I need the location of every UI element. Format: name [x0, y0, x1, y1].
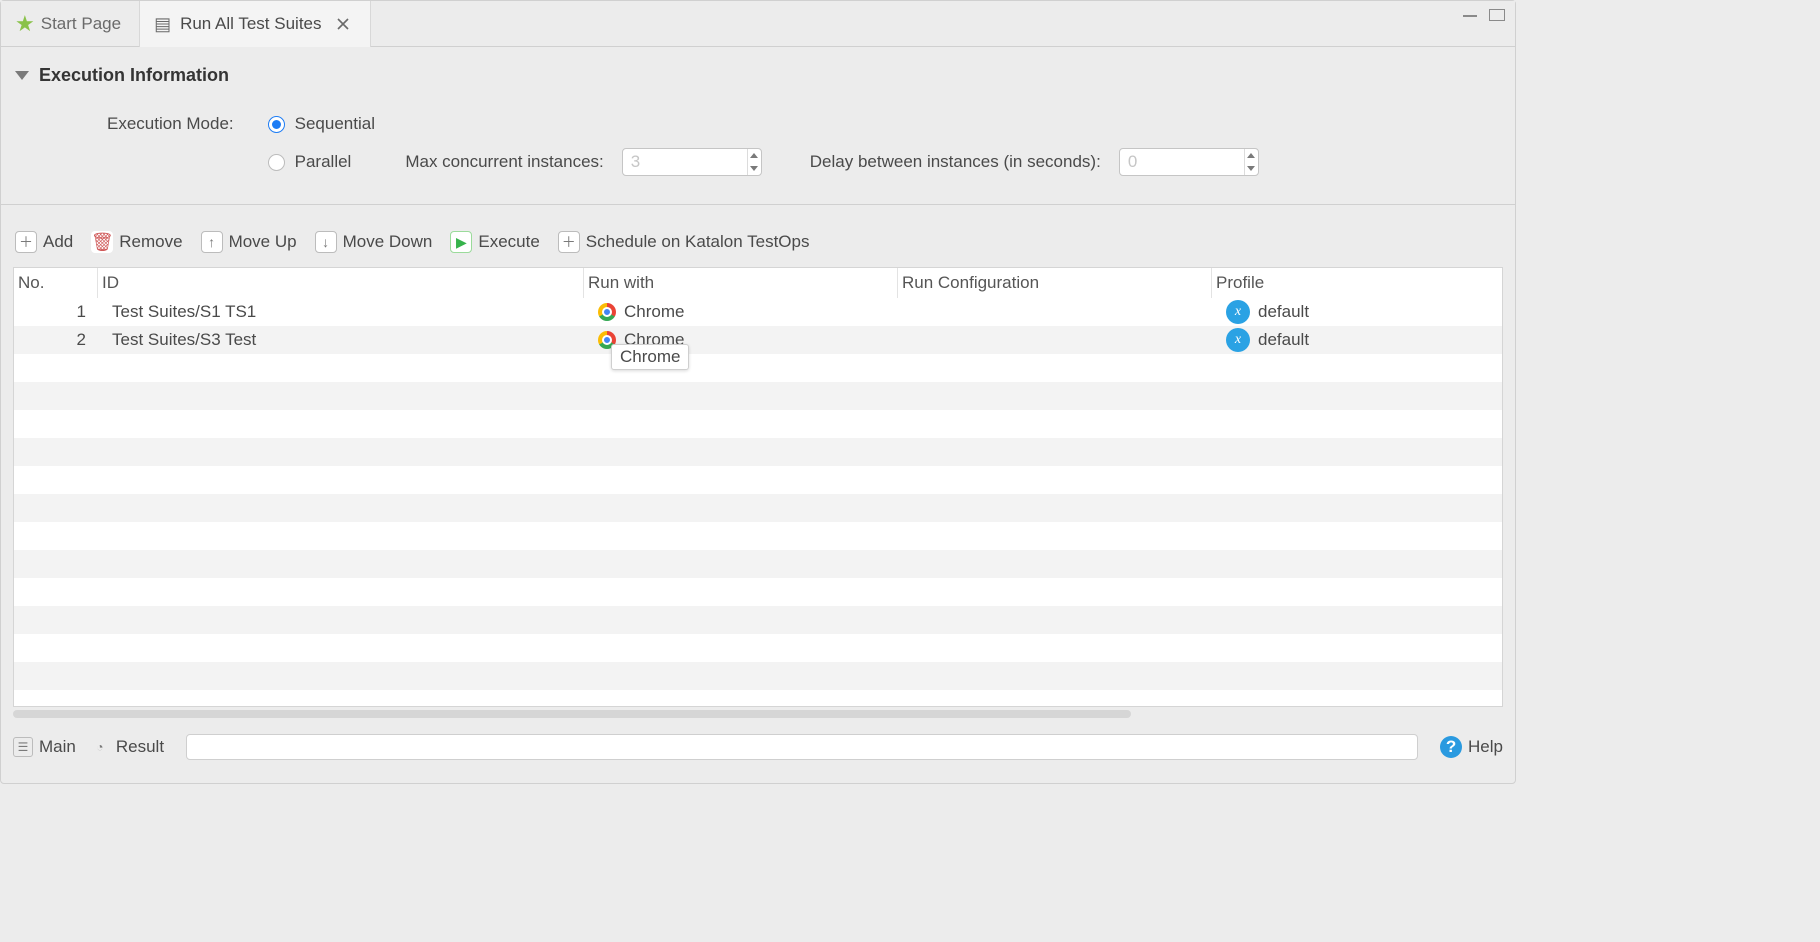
star-icon: ★	[15, 11, 35, 37]
table-row	[14, 438, 1502, 466]
table-row	[14, 522, 1502, 550]
max-concurrent-value: 3	[631, 152, 640, 172]
list-icon: ☰	[13, 737, 33, 757]
result-tab[interactable]: ◔Result	[90, 737, 164, 757]
profile-icon: x	[1226, 300, 1250, 324]
parallel-radio[interactable]	[268, 154, 285, 171]
profile-icon: x	[1226, 328, 1250, 352]
table-row	[14, 550, 1502, 578]
delay-value: 0	[1128, 152, 1137, 172]
table-row	[14, 606, 1502, 634]
tab-bar: ★ Start Page Run All Test Suites	[1, 1, 1515, 47]
play-icon: ▶	[450, 231, 472, 253]
table-row	[14, 634, 1502, 662]
execution-mode-row-parallel: Execution Mode: Parallel Max concurrent …	[21, 148, 1495, 176]
collapse-triangle-icon[interactable]	[15, 71, 29, 80]
arrow-down-icon: ↓	[315, 231, 337, 253]
arrow-up-icon: ↑	[201, 231, 223, 253]
table-body[interactable]: 1 Test Suites/S1 TS1 Chrome xdefault 2 T…	[14, 298, 1502, 706]
test-suite-collection-editor: ★ Start Page Run All Test Suites Executi…	[0, 0, 1516, 784]
max-concurrent-input[interactable]: 3	[622, 148, 762, 176]
cell-id[interactable]: Test Suites/S1 TS1	[98, 302, 584, 322]
table-toolbar: ＋Add 🗑Remove ↑Move Up ↓Move Down ▶Execut…	[1, 205, 1515, 267]
footer-input[interactable]	[186, 734, 1418, 760]
table-row	[14, 382, 1502, 410]
window-controls	[1463, 9, 1505, 21]
table-row	[14, 662, 1502, 690]
move-down-button[interactable]: ↓Move Down	[315, 231, 433, 253]
cell-profile[interactable]: xdefault	[1212, 300, 1502, 324]
col-run-config[interactable]: Run Configuration	[898, 268, 1212, 298]
col-no[interactable]: No.	[14, 268, 98, 298]
col-profile[interactable]: Profile	[1212, 268, 1502, 298]
move-up-button[interactable]: ↑Move Up	[201, 231, 297, 253]
cell-no: 2	[14, 330, 98, 350]
delay-input[interactable]: 0	[1119, 148, 1259, 176]
remove-button[interactable]: 🗑Remove	[91, 231, 182, 253]
tab-label: Run All Test Suites	[180, 14, 321, 34]
pie-chart-icon: ◔	[90, 737, 110, 757]
parallel-radio-label: Parallel	[295, 152, 352, 172]
table-row	[14, 466, 1502, 494]
table-header: No. ID Run with Run Configuration Profil…	[14, 268, 1502, 298]
table-row[interactable]: 2 Test Suites/S3 Test Chrome xdefault	[14, 326, 1502, 354]
execution-mode-row-sequential: Execution Mode: Sequential	[21, 114, 1495, 134]
test-suite-collection-icon	[154, 15, 174, 33]
help-button[interactable]: ?Help	[1440, 736, 1503, 758]
close-icon[interactable]	[334, 15, 352, 33]
add-button[interactable]: ＋Add	[15, 231, 73, 253]
cell-no: 1	[14, 302, 98, 322]
tab-label: Start Page	[41, 14, 121, 34]
execution-information-header[interactable]: Execution Information	[1, 47, 1515, 96]
cell-profile[interactable]: xdefault	[1212, 328, 1502, 352]
chrome-icon	[598, 303, 616, 321]
horizontal-scrollbar[interactable]	[13, 707, 1503, 721]
execute-button[interactable]: ▶Execute	[450, 231, 539, 253]
execution-information-panel: Execution Mode: Sequential Execution Mod…	[1, 96, 1515, 205]
plus-icon: ＋	[558, 231, 580, 253]
section-title: Execution Information	[39, 65, 229, 86]
max-concurrent-label: Max concurrent instances:	[405, 152, 603, 172]
col-run-with[interactable]: Run with	[584, 268, 898, 298]
table-row	[14, 354, 1502, 382]
test-suites-table: No. ID Run with Run Configuration Profil…	[13, 267, 1503, 707]
execution-mode-label: Execution Mode:	[107, 114, 234, 134]
tooltip: Chrome	[611, 344, 689, 370]
table-row	[14, 578, 1502, 606]
spinner-handle[interactable]	[1244, 149, 1258, 175]
cell-id[interactable]: Test Suites/S3 Test	[98, 330, 584, 350]
plus-icon: ＋	[15, 231, 37, 253]
minimize-icon[interactable]	[1463, 15, 1477, 17]
tab-run-all-test-suites[interactable]: Run All Test Suites	[140, 1, 370, 47]
col-id[interactable]: ID	[98, 268, 584, 298]
table-row	[14, 494, 1502, 522]
sequential-radio[interactable]	[268, 116, 285, 133]
table-row[interactable]: 1 Test Suites/S1 TS1 Chrome xdefault	[14, 298, 1502, 326]
maximize-icon[interactable]	[1489, 9, 1505, 21]
scrollbar-thumb[interactable]	[13, 710, 1131, 718]
help-icon: ?	[1440, 736, 1462, 758]
sequential-radio-label: Sequential	[295, 114, 375, 134]
cell-run-with[interactable]: Chrome	[584, 302, 898, 322]
tab-start-page[interactable]: ★ Start Page	[1, 1, 140, 47]
schedule-testops-button[interactable]: ＋Schedule on Katalon TestOps	[558, 231, 810, 253]
delay-label: Delay between instances (in seconds):	[810, 152, 1101, 172]
footer-bar: ☰Main ◔Result ?Help	[1, 727, 1515, 767]
trash-icon: 🗑	[91, 231, 113, 253]
spinner-handle[interactable]	[747, 149, 761, 175]
main-tab[interactable]: ☰Main	[13, 737, 76, 757]
table-row	[14, 410, 1502, 438]
